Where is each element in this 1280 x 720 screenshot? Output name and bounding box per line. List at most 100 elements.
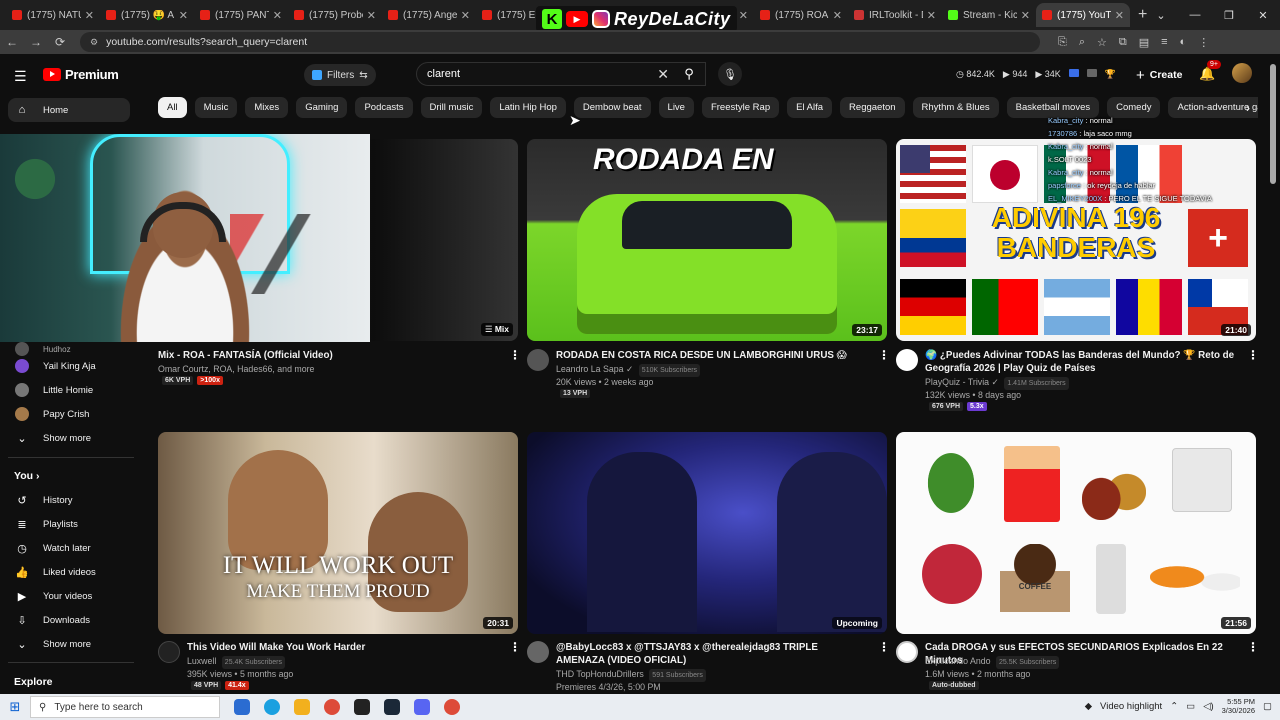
sidebar-you-heading[interactable]: You › <box>14 470 39 482</box>
chip-music[interactable]: Music <box>194 97 238 118</box>
sidebar-show-more-2[interactable]: ⌄ Show more <box>8 632 130 656</box>
chip-latin-hip-hop[interactable]: Latin Hip Hop <box>490 97 566 118</box>
video-title[interactable]: 🌍 ¿Puedes Adivinar TODAS las Banderas de… <box>925 349 1235 375</box>
forward-icon[interactable]: → <box>24 35 48 49</box>
video-menu-icon[interactable]: ⋮ <box>878 640 890 654</box>
video-menu-icon[interactable]: ⋮ <box>1247 640 1259 654</box>
browser-tab[interactable]: Stream - Kick ✕ <box>942 3 1036 27</box>
channel-name[interactable]: Luxwell <box>187 656 216 666</box>
task-view-icon[interactable] <box>234 699 250 715</box>
clock[interactable]: 5:55 PM 3/30/2026 <box>1222 697 1255 715</box>
browser-tab[interactable]: (1775) ROA ✕ <box>754 3 848 27</box>
account-avatar[interactable] <box>1232 63 1252 83</box>
youtube-premium-logo[interactable]: Premium <box>43 67 119 82</box>
chip-gaming[interactable]: Gaming <box>296 97 348 118</box>
channel-avatar[interactable] <box>896 349 918 371</box>
sidepanel-icon[interactable]: ▤ <box>1139 36 1149 49</box>
browser-tab[interactable]: (1775) 🤑 A ✕ <box>100 3 194 27</box>
sidebar-item-your-videos[interactable]: ▶ Your videos <box>8 584 130 608</box>
sidebar-item-history[interactable]: ↺ History <box>8 488 130 512</box>
chip-podcasts[interactable]: Podcasts <box>355 97 413 118</box>
close-tab-icon[interactable]: ✕ <box>85 9 94 22</box>
video-title[interactable]: Mix - ROA - FANTASÍA (Official Video) <box>158 349 498 362</box>
browser-tab[interactable]: (1775) YouTu ✕ <box>1036 3 1130 27</box>
maximize-icon[interactable]: ❐ <box>1212 9 1246 22</box>
sidebar-show-more[interactable]: ⌄ Show more <box>8 426 130 450</box>
discord-icon[interactable] <box>414 699 430 715</box>
browser-tab[interactable]: IRLToolkit - D ✕ <box>848 3 942 27</box>
sidebar-item-liked-videos[interactable]: 👍 Liked videos <box>8 560 130 584</box>
sidebar-item-yail-king-aja[interactable]: Yail King Aja <box>8 354 130 378</box>
minimize-icon[interactable]: — <box>1178 9 1212 21</box>
taskbar-search-box[interactable]: ⚲ Type here to search <box>30 696 220 718</box>
browser-tab[interactable]: (1775) Probe ✕ <box>288 3 382 27</box>
profile-icon[interactable]: ◐ <box>1180 36 1187 49</box>
menu-icon[interactable]: ⋮ <box>1198 36 1209 49</box>
video-menu-icon[interactable]: ⋮ <box>509 640 521 654</box>
close-tab-icon[interactable]: ✕ <box>1021 9 1030 22</box>
search-box[interactable]: clarent ✕ ⚲ <box>416 62 706 86</box>
obs-icon[interactable] <box>354 699 370 715</box>
video-title[interactable]: RODADA EN COSTA RICA DESDE UN LAMBORGHIN… <box>556 349 866 362</box>
video-channel[interactable]: Omar Courtz, ROA, Hades66, and more <box>158 363 498 376</box>
chip-mixes[interactable]: Mixes <box>245 97 289 118</box>
close-tab-icon[interactable]: ✕ <box>273 9 282 22</box>
close-tab-icon[interactable]: ✕ <box>927 9 936 22</box>
channel-name[interactable]: PlayQuiz - Trivia <box>925 377 989 387</box>
search-icon[interactable]: ⚲ <box>673 62 705 86</box>
sidebar-item-watch-later[interactable]: ◷ Watch later <box>8 536 130 560</box>
extension-icon-2[interactable] <box>1086 69 1097 77</box>
edge-icon[interactable] <box>264 699 280 715</box>
channel-avatar[interactable] <box>527 349 549 371</box>
steam-icon[interactable] <box>384 699 400 715</box>
chrome-icon[interactable] <box>324 699 340 715</box>
create-button[interactable]: + Create <box>1136 64 1182 86</box>
chip-drill-music[interactable]: Drill music <box>420 97 483 118</box>
voice-search-icon[interactable]: 🎙 <box>718 62 742 86</box>
site-info-icon[interactable]: ⚙ <box>90 37 98 48</box>
channel-name[interactable]: Leandro La Sapa <box>556 364 624 374</box>
trophy-icon[interactable]: 🏆 <box>1105 69 1116 80</box>
notification-center-icon[interactable]: ▢ <box>1263 701 1272 712</box>
chip-freestyle-rap[interactable]: Freestyle Rap <box>701 97 780 118</box>
tab-search-icon[interactable]: ⌄ <box>1144 9 1178 22</box>
chip-live[interactable]: Live <box>658 97 694 118</box>
chrome-icon-2[interactable] <box>444 699 460 715</box>
video-title[interactable]: @BabyLocc83 x @TTSJAY83 x @therealejdag8… <box>556 641 866 667</box>
bookmark-star-icon[interactable]: ☆ <box>1097 36 1107 49</box>
video-menu-icon[interactable]: ⋮ <box>878 348 890 362</box>
page-scrollbar[interactable] <box>1270 64 1276 184</box>
guide-menu-icon[interactable]: ☰ <box>14 68 27 85</box>
video-thumbnail-drogas[interactable]: COFFEE 21:56 <box>896 432 1256 634</box>
chips-next-arrow-icon[interactable]: › <box>1246 101 1250 115</box>
network-icon[interactable]: ▭ <box>1186 701 1195 712</box>
news-widget-icon[interactable]: ◆ <box>1085 701 1092 712</box>
url-field[interactable]: ⚙ youtube.com/results?search_query=clare… <box>80 32 1040 52</box>
chip-rhythm-blues[interactable]: Rhythm & Blues <box>912 97 999 118</box>
clear-search-icon[interactable]: ✕ <box>657 66 669 83</box>
tray-overflow-icon[interactable]: ⌃ <box>1170 701 1178 712</box>
close-tab-icon[interactable]: ✕ <box>1115 9 1124 22</box>
zoom-icon[interactable]: ⌕ <box>1079 36 1085 49</box>
news-widget-label[interactable]: Video highlight <box>1100 701 1162 712</box>
channel-avatar[interactable] <box>527 641 549 663</box>
chip-dembow-beat[interactable]: Dembow beat <box>573 97 651 118</box>
video-thumbnail-work-harder[interactable]: IT WILL WORK OUT MAKE THEM PROUD 20:31 <box>158 432 518 634</box>
sidebar-item-downloads[interactable]: ⇩ Downloads <box>8 608 130 632</box>
back-icon[interactable]: ← <box>0 35 24 49</box>
chip-el-alfa[interactable]: El Alfa <box>787 97 833 118</box>
close-tab-icon[interactable]: ✕ <box>367 9 376 22</box>
chip-reggaeton[interactable]: Reggaeton <box>840 97 905 118</box>
browser-tab[interactable]: (1775) PANT ✕ <box>194 3 288 27</box>
extension-icon[interactable] <box>1068 69 1079 77</box>
video-title[interactable]: This Video Will Make You Work Harder <box>187 641 497 654</box>
close-tab-icon[interactable]: ✕ <box>461 9 470 22</box>
browser-tab[interactable]: (1775) NATU ✕ <box>6 3 100 27</box>
video-menu-icon[interactable]: ⋮ <box>509 348 521 362</box>
video-thumbnail-triple-amenaza[interactable]: Upcoming <box>527 432 887 634</box>
close-window-icon[interactable]: ✕ <box>1246 9 1280 22</box>
chip-all[interactable]: All <box>158 97 187 118</box>
channel-name[interactable]: Explicando Ando <box>925 656 991 666</box>
install-icon[interactable]: ⎘ <box>1058 36 1067 49</box>
close-tab-icon[interactable]: ✕ <box>833 9 842 22</box>
